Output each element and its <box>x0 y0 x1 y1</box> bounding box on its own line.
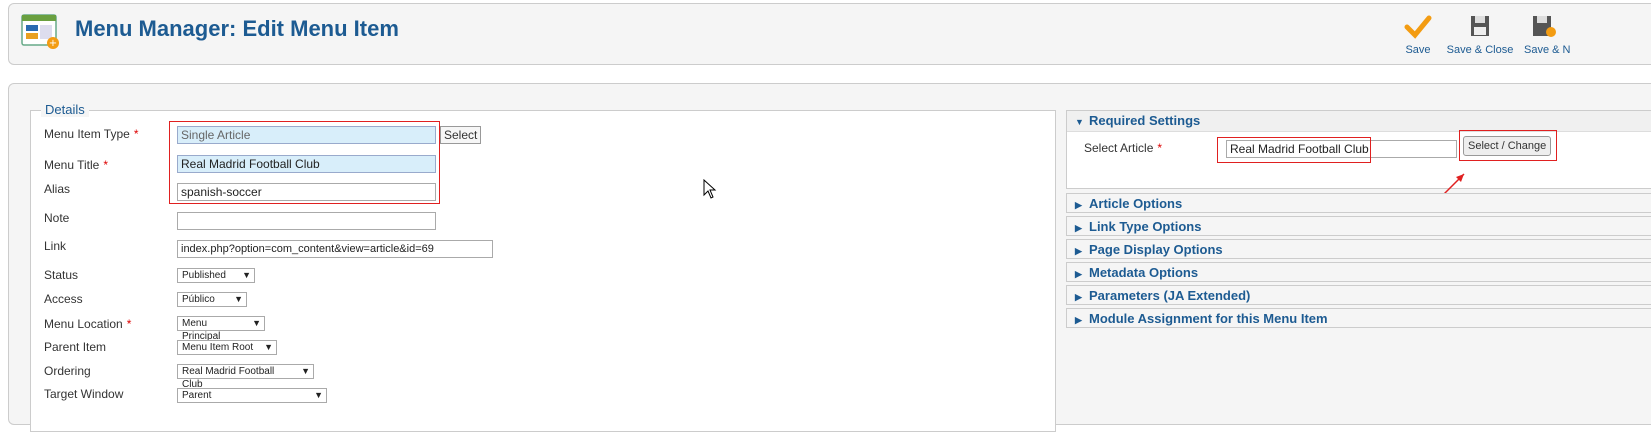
triangle-right-icon: ▶ <box>1075 200 1082 210</box>
panel-parameters-ja-extended[interactable]: ▶ Parameters (JA Extended) <box>1066 285 1651 305</box>
note-label: Note <box>44 211 70 225</box>
access-select[interactable]: Público ▼ <box>177 292 247 307</box>
save-new-button[interactable]: Save & N <box>1524 14 1584 56</box>
triangle-right-icon: ▶ <box>1075 246 1082 256</box>
panel-link-type-options[interactable]: ▶ Link Type Options <box>1066 216 1651 236</box>
target-window-label: Target Window <box>44 387 124 401</box>
triangle-down-icon: ▼ <box>1075 117 1084 127</box>
panel-metadata-options[interactable]: ▶ Metadata Options <box>1066 262 1651 282</box>
dropdown-arrow-icon: ▼ <box>234 294 243 304</box>
annotation-box <box>169 121 440 204</box>
status-select[interactable]: Published ▼ <box>177 268 255 283</box>
status-label: Status <box>44 268 79 282</box>
floppy-disk-icon <box>1466 14 1494 40</box>
parent-item-label: Parent Item <box>44 340 107 354</box>
checkmark-icon <box>1404 14 1432 40</box>
triangle-right-icon: ▶ <box>1075 269 1082 279</box>
link-label: Link <box>44 239 67 253</box>
alias-label: Alias <box>44 182 71 196</box>
target-window-select[interactable]: Parent ▼ <box>177 388 327 403</box>
menu-location-label: Menu Location * <box>44 317 132 331</box>
dropdown-arrow-icon: ▼ <box>301 366 310 376</box>
select-article-label: Select Article * <box>1084 141 1163 155</box>
link-field[interactable]: index.php?option=com_content&view=articl… <box>177 240 493 258</box>
save-new-label: Save & N <box>1524 44 1571 56</box>
details-legend: Details <box>41 102 89 117</box>
save-close-label: Save & Close <box>1446 44 1514 56</box>
parent-item-select[interactable]: Menu Item Root ▼ <box>177 340 277 355</box>
mouse-cursor-icon <box>703 178 717 202</box>
floppy-disk-plus-icon <box>1528 14 1556 40</box>
svg-text:+: + <box>49 38 57 49</box>
ordering-select[interactable]: Real Madrid Football Club ▼ <box>177 364 314 390</box>
access-label: Access <box>44 292 83 306</box>
page-title: Menu Manager: Edit Menu Item <box>75 16 399 41</box>
annotation-box <box>1217 137 1371 163</box>
triangle-right-icon: ▶ <box>1075 292 1082 302</box>
dropdown-arrow-icon: ▼ <box>242 270 251 280</box>
annotation-box <box>1459 130 1557 161</box>
select-type-button[interactable]: Select <box>440 126 482 144</box>
save-close-button[interactable]: Save & Close <box>1446 14 1514 56</box>
dropdown-arrow-icon: ▼ <box>252 318 261 328</box>
ordering-label: Ordering <box>44 364 91 378</box>
menu-location-select[interactable]: Menu Principal ▼ <box>177 316 265 342</box>
dropdown-arrow-icon: ▼ <box>264 342 273 352</box>
panel-module-assignment[interactable]: ▶ Module Assignment for this Menu Item <box>1066 308 1651 328</box>
save-label: Save <box>1405 44 1431 56</box>
note-input[interactable] <box>177 212 436 230</box>
save-button[interactable]: Save <box>1403 14 1433 56</box>
panel-article-options[interactable]: ▶ Article Options <box>1066 193 1651 213</box>
dropdown-arrow-icon: ▼ <box>314 390 323 400</box>
triangle-right-icon: ▶ <box>1075 223 1082 233</box>
menu-title-label: Menu Title * <box>44 158 109 172</box>
menu-item-type-label: Menu Item Type * <box>44 127 139 141</box>
triangle-right-icon: ▶ <box>1075 315 1082 325</box>
required-settings-header[interactable]: ▼ Required Settings <box>1067 111 1651 132</box>
panel-page-display-options[interactable]: ▶ Page Display Options <box>1066 239 1651 259</box>
menu-manager-icon: + <box>21 13 61 51</box>
